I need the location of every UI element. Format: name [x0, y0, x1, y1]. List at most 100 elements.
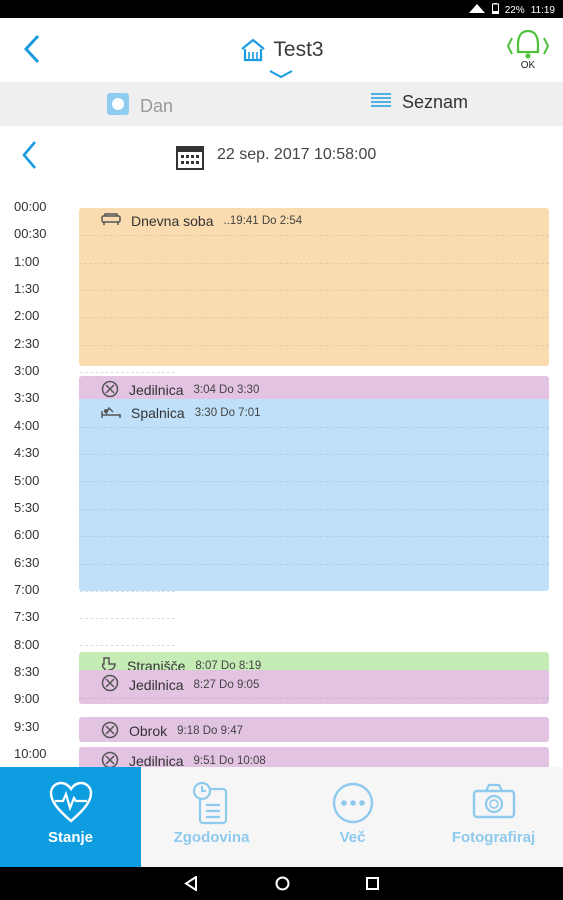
history-list-icon [192, 781, 227, 825]
event-room: Jedilnica [129, 676, 184, 693]
nav-label: Več [339, 829, 366, 846]
camera-icon [472, 783, 515, 819]
event-header: Jedilnica 9:51 Do 10:08 [101, 751, 266, 767]
tab-seznam[interactable]: Seznam [370, 92, 468, 113]
heart-pulse-icon [49, 781, 92, 823]
ok-label: OK [520, 60, 536, 71]
date-row: 22 sep. 2017 10:58:00 [0, 126, 563, 186]
tab-label: Dan [140, 96, 174, 116]
event-grid-line [79, 235, 549, 237]
event-obrok[interactable]: Obrok 9:18 Do 9:47 [79, 716, 549, 743]
calendar-icon[interactable] [176, 144, 204, 175]
system-back-icon[interactable] [184, 875, 198, 896]
event-room: Dnevna soba [131, 212, 214, 229]
time-label: 6:00 [14, 527, 40, 543]
nav-stanje[interactable]: Stanje [0, 767, 141, 867]
grid-line [80, 371, 175, 373]
signal-icon [468, 3, 486, 17]
view-tabs: Dan Seznam [0, 82, 563, 126]
house-icon [241, 38, 266, 62]
list-icon [370, 92, 392, 113]
system-navigation [0, 867, 563, 900]
time-label: 9:30 [14, 718, 40, 734]
event-grid-line [79, 697, 549, 699]
bottom-navigation: Stanje Zgodovina Več Fotografiraj [0, 767, 563, 867]
event-grid-line [79, 262, 549, 264]
nav-vec[interactable]: Več [282, 767, 423, 867]
time-label: 3:30 [14, 390, 40, 406]
app-bar: Test3 OK [0, 18, 563, 82]
nav-label: Stanje [47, 829, 93, 846]
nav-zgodovina[interactable]: Zgodovina [141, 767, 282, 867]
page-title: Test3 [273, 38, 324, 61]
event-times: 9:18 Do 9:47 [177, 725, 243, 738]
bed-icon [101, 403, 121, 422]
day-timeline[interactable]: 00:00 00:30 1:00 1:30 2:00 2:30 3:00 3:30 4:00 4:… [0, 186, 563, 767]
time-label: 9:00 [14, 691, 40, 707]
event-jedilnica[interactable]: Jedilnica 8:27 Do 9:05 [79, 670, 549, 704]
nav-fotografiraj[interactable]: Fotografiraj [423, 767, 563, 867]
chevron-left-icon [22, 141, 36, 169]
status-bar: 22% 11:19 [0, 0, 563, 18]
time-label: 2:00 [14, 308, 40, 324]
time-label: 00:30 [14, 226, 47, 242]
event-room: Jedilnica [129, 382, 184, 399]
event-header: Spalnica 3:30 Do 7:01 [101, 403, 261, 422]
previous-day-button[interactable] [20, 140, 38, 175]
time-label: 8:00 [14, 636, 40, 652]
event-times: 3:30 Do 7:01 [194, 406, 261, 419]
cutlery-icon [101, 751, 119, 767]
event-grid-line [79, 508, 549, 510]
tab-dan[interactable]: Dan [106, 92, 173, 121]
event-dnevna-soba[interactable]: Dnevna soba ..19:41 Do 2:54 [79, 208, 549, 366]
time-label: 7:30 [14, 609, 40, 625]
time-label: 4:30 [14, 445, 40, 461]
cutlery-icon [101, 674, 119, 695]
event-room: Spalnica [131, 404, 185, 421]
battery-icon [491, 3, 499, 17]
event-room: Jedilnica [129, 753, 184, 767]
time-label: 4:00 [14, 417, 40, 433]
day-icon [106, 92, 130, 121]
clock: 11:19 [530, 4, 555, 16]
system-home-icon[interactable] [275, 876, 290, 896]
sofa-icon [101, 212, 121, 229]
house-selector[interactable]: Test3 [0, 38, 563, 68]
event-room: Obrok [129, 723, 168, 740]
time-label: 8:30 [14, 663, 40, 679]
selected-date[interactable]: 22 sep. 2017 10:58:00 [217, 146, 376, 164]
event-jedilnica[interactable]: Jedilnica 9:51 Do 10:08 [79, 746, 549, 767]
time-label: 00:00 [14, 199, 47, 214]
grid-line [80, 645, 175, 647]
time-label: 2:30 [14, 335, 40, 351]
nav-label: Zgodovina [173, 829, 250, 846]
event-grid-line [79, 536, 549, 538]
system-recents-icon[interactable] [366, 877, 379, 895]
event-spalnica[interactable]: Spalnica 3:30 Do 7:01 [79, 399, 549, 591]
event-grid-line [79, 563, 549, 565]
time-label: 7:00 [14, 581, 40, 597]
time-label: 5:30 [14, 499, 40, 515]
event-jedilnica[interactable]: Jedilnica 3:04 Do 3:30 [79, 375, 549, 401]
event-times: ..19:41 Do 2:54 [223, 214, 303, 227]
time-label: 6:30 [14, 554, 40, 570]
battery-percent: 22% [504, 4, 525, 16]
grid-line [80, 617, 175, 619]
event-grid-line [79, 290, 549, 292]
alarm-status-button[interactable]: OK [506, 28, 550, 74]
time-label: 10:00 [14, 746, 47, 761]
nav-label: Fotografiraj [451, 829, 536, 846]
time-label: 3:00 [14, 363, 40, 379]
event-grid-line [79, 426, 549, 428]
event-header: Jedilnica 8:27 Do 9:05 [101, 674, 259, 695]
cutlery-icon [101, 380, 119, 401]
tab-label: Seznam [402, 92, 469, 112]
event-times: 8:27 Do 9:05 [193, 678, 260, 691]
time-label: 1:30 [14, 281, 40, 297]
event-header: Obrok 9:18 Do 9:47 [101, 721, 243, 742]
event-header: Dnevna soba ..19:41 Do 2:54 [101, 212, 302, 229]
event-times: 9:51 Do 10:08 [193, 755, 266, 767]
time-label: 1:00 [14, 253, 40, 269]
event-times: 3:04 Do 3:30 [193, 384, 260, 397]
event-grid-line [79, 481, 549, 483]
